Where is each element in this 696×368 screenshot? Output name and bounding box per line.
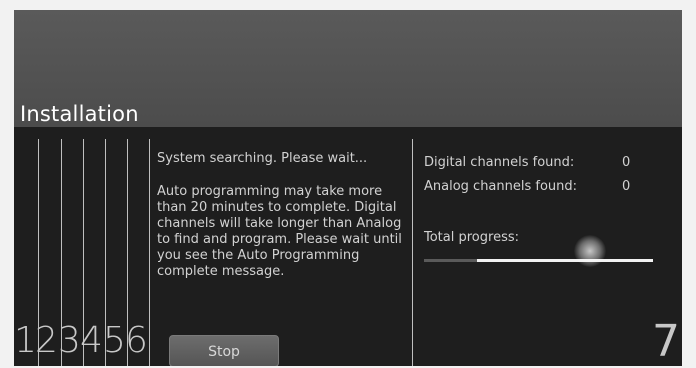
- stop-button[interactable]: Stop: [169, 335, 279, 366]
- progress-bar: [424, 259, 653, 262]
- progress-fill: [424, 259, 477, 262]
- analog-channels-label: Analog channels found:: [424, 179, 578, 194]
- step-number-4: 4: [80, 320, 103, 361]
- message-panel: System searching. Please wait... Auto pr…: [157, 151, 409, 297]
- panel-divider: [412, 139, 413, 366]
- analog-channels-count: 0: [622, 179, 631, 194]
- step-separator: [149, 139, 150, 366]
- digital-channels-row: Digital channels found: 0: [424, 155, 630, 171]
- header: Installation: [14, 10, 682, 127]
- info-message: Auto programming may take more than 20 m…: [157, 184, 402, 279]
- step-number-1: 1: [14, 320, 37, 361]
- progress-glow: [574, 235, 606, 267]
- digital-channels-count: 0: [622, 155, 631, 170]
- step-number-3: 3: [58, 320, 81, 361]
- content-area: 1 2 3 4 5 6 System searching. Please wai…: [14, 127, 682, 366]
- step-number-5: 5: [103, 320, 126, 361]
- analog-channels-row: Analog channels found: 0: [424, 179, 630, 195]
- step-number-2: 2: [35, 320, 58, 361]
- page-title: Installation: [20, 102, 139, 126]
- progress-label: Total progress:: [424, 230, 519, 245]
- digital-channels-label: Digital channels found:: [424, 155, 575, 170]
- status-message: System searching. Please wait...: [157, 151, 368, 166]
- step-number-7: 7: [652, 316, 680, 367]
- tv-setup-screen: Installation 1 2 3 4 5 6 System searchin…: [14, 10, 682, 366]
- step-number-6: 6: [125, 320, 148, 361]
